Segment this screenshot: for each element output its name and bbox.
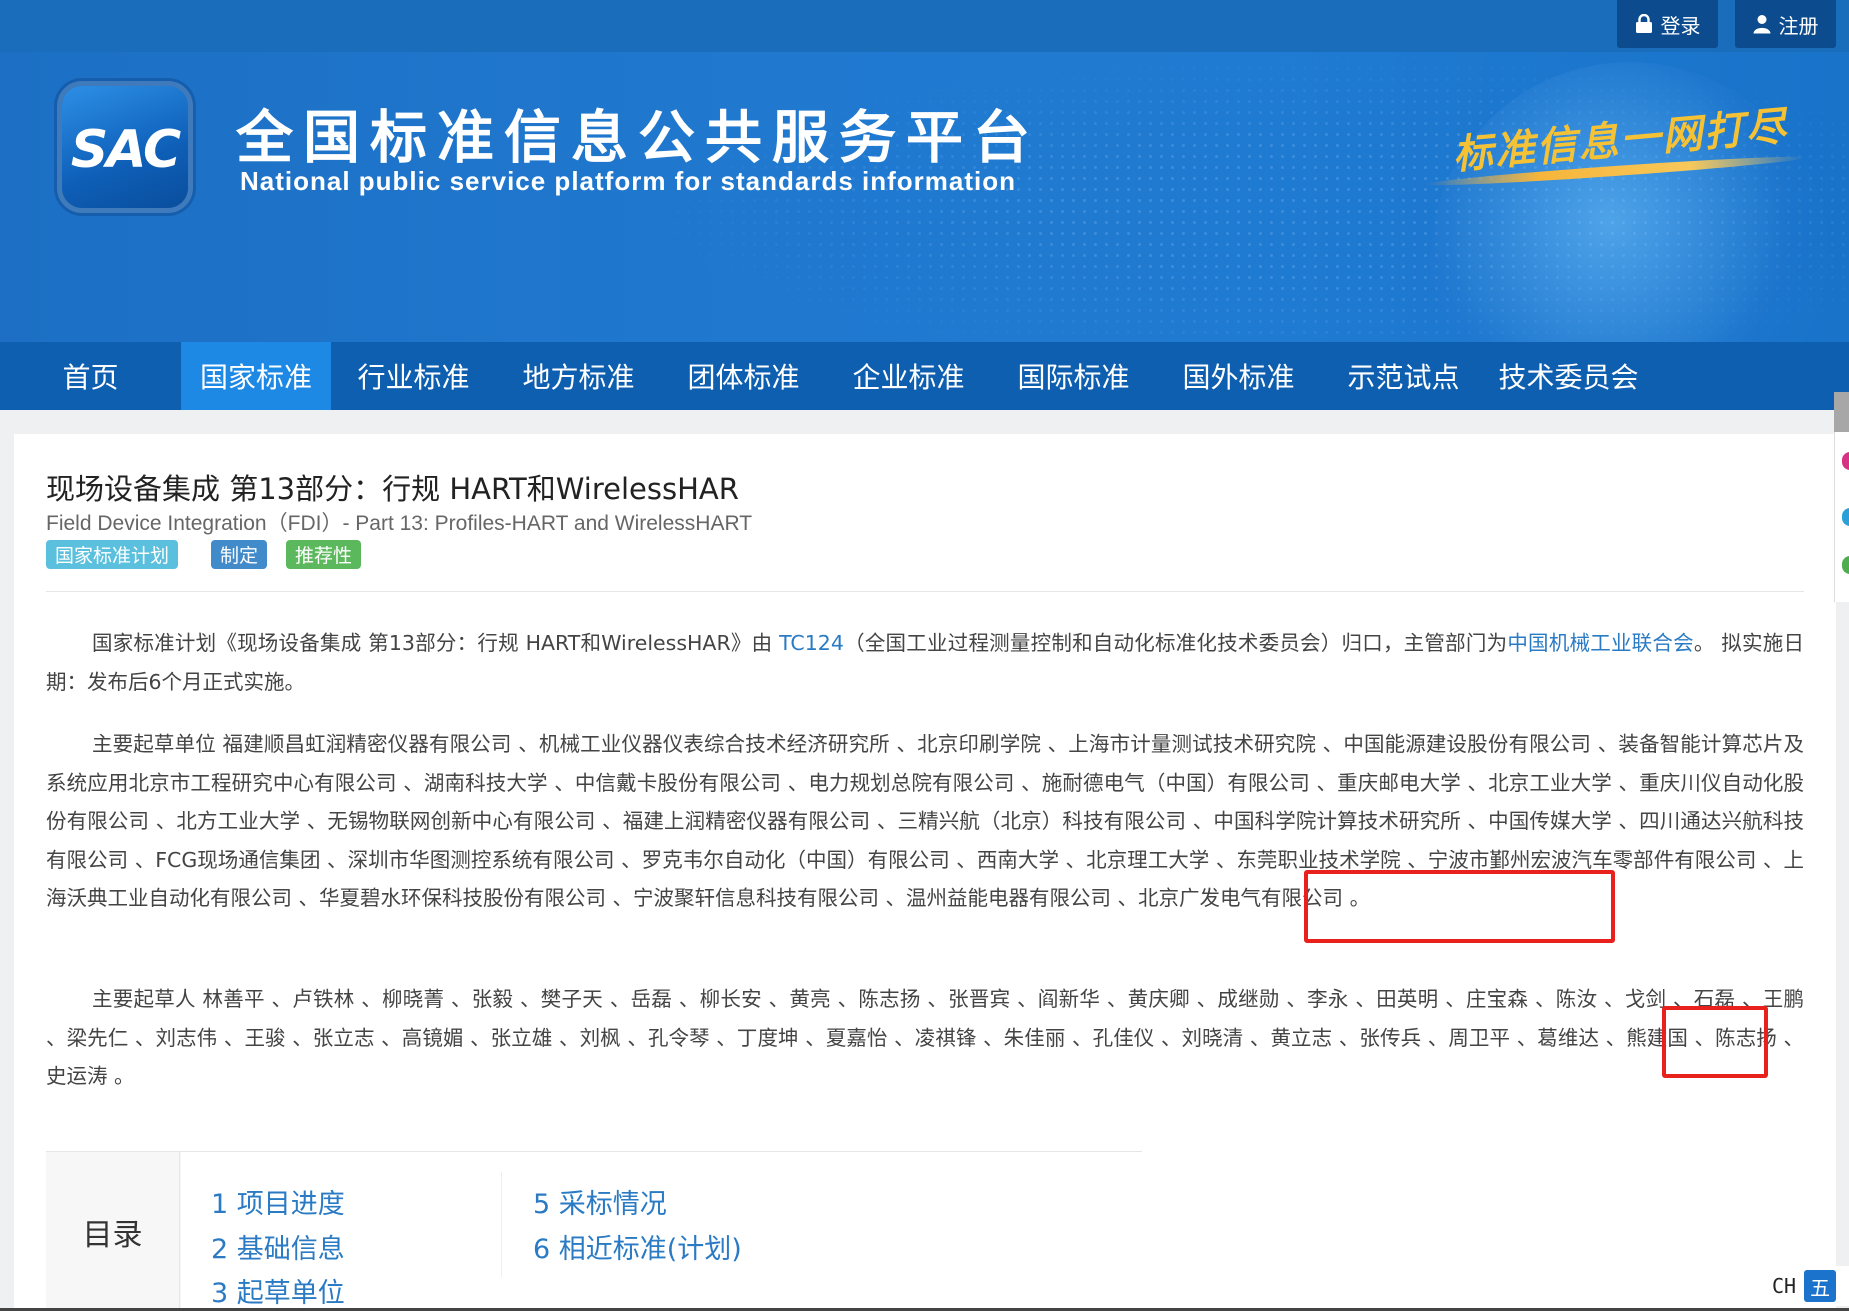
drafters-label: 主要起草人: [92, 987, 196, 1011]
page-title: 现场设备集成 第13部分：行规 HART和WirelessHAR: [46, 472, 739, 506]
user-icon: [1753, 15, 1770, 34]
main-nav: 首页 国家标准 行业标准 地方标准 团体标准 企业标准 国际标准 国外标准 示范…: [0, 342, 1849, 410]
nav-item-national-standards[interactable]: 国家标准: [181, 342, 331, 410]
toc-body: 1 项目进度 2 基础信息 3 起草单位 5 采标情况 6 相近标准(计划): [181, 1152, 1142, 1311]
drafters-list: 林善平 、卢铁林 、柳晓菁 、张毅 、樊子天 、岳磊 、柳长安 、黄亮 、陈志扬…: [46, 987, 1804, 1088]
scrollbar-thumb[interactable]: [1834, 392, 1849, 432]
nav-item-home[interactable]: 首页: [0, 342, 181, 410]
toc-item-basic-info[interactable]: 2 基础信息: [211, 1227, 345, 1266]
lock-icon: [1635, 14, 1652, 33]
intro-paragraph: 国家标准计划《现场设备集成 第13部分：行规 HART和WirelessHAR》…: [46, 624, 1804, 701]
nav-item-enterprise-standards[interactable]: 企业标准: [826, 342, 991, 410]
toc-item-drafting-units[interactable]: 3 起草单位: [211, 1271, 345, 1310]
intro-text-a: 国家标准计划《现场设备集成 第13部分：行规 HART和WirelessHAR》…: [92, 631, 780, 655]
side-weibo-icon[interactable]: [1842, 508, 1849, 526]
nav-item-international-standards[interactable]: 国际标准: [991, 342, 1156, 410]
side-share-icon[interactable]: [1842, 452, 1849, 470]
nav-item-pilot-demo[interactable]: 示范试点: [1321, 342, 1486, 410]
badge-recommended: 推荐性: [286, 540, 362, 569]
drafters-paragraph: 主要起草人 林善平 、卢铁林 、柳晓菁 、张毅 、樊子天 、岳磊 、柳长安 、黄…: [46, 980, 1804, 1096]
page-subtitle-en: Field Device Integration（FDI）- Part 13: …: [46, 512, 753, 535]
ime-mode-icon: 五: [1804, 1270, 1837, 1302]
register-button[interactable]: 注册: [1735, 0, 1836, 48]
drafting-units-label: 主要起草单位: [92, 732, 216, 756]
drafting-units-list: 福建顺昌虹润精密仪器有限公司 、机械工业仪器仪表综合技术经济研究所 、北京印刷学…: [46, 732, 1805, 910]
toc-item-progress[interactable]: 1 项目进度: [211, 1182, 345, 1221]
divider: [46, 591, 1804, 592]
nav-item-technical-committee[interactable]: 技术委员会: [1486, 342, 1651, 410]
ime-indicator[interactable]: CH 五: [1752, 1266, 1849, 1306]
side-wechat-icon[interactable]: [1842, 556, 1849, 574]
department-link[interactable]: 中国机械工业联合会: [1507, 631, 1694, 655]
top-bar: 登录 注册: [0, 0, 1849, 52]
login-label: 登录: [1660, 15, 1701, 38]
nav-item-local-standards[interactable]: 地方标准: [496, 342, 661, 410]
sac-logo-text: SAC: [70, 120, 181, 180]
drafting-units-paragraph: 主要起草单位 福建顺昌虹润精密仪器有限公司 、机械工业仪器仪表综合技术经济研究所…: [46, 725, 1804, 918]
badge-formulate: 制定: [211, 540, 268, 569]
toc-item-adoption[interactable]: 5 采标情况: [533, 1182, 667, 1221]
site-title-cn: 全国标准信息公共服务平台: [236, 105, 1040, 171]
table-of-contents: 目录 1 项目进度 2 基础信息 3 起草单位 5 采标情况 6 相近标准(计划…: [46, 1151, 1142, 1311]
nav-item-foreign-standards[interactable]: 国外标准: [1156, 342, 1321, 410]
badge-national-plan: 国家标准计划: [46, 540, 179, 569]
login-button[interactable]: 登录: [1617, 0, 1718, 48]
toc-heading: 目录: [46, 1152, 180, 1311]
nav-item-group-standards[interactable]: 团体标准: [661, 342, 826, 410]
toc-item-similar-standards[interactable]: 6 相近标准(计划): [533, 1227, 742, 1266]
register-label: 注册: [1778, 15, 1819, 38]
intro-text-b: （全国工业过程测量控制和自动化标准化技术委员会）归口，主管部门为: [843, 631, 1508, 655]
tc-link[interactable]: TC124: [779, 631, 844, 655]
site-title-en: National public service platform for sta…: [240, 166, 1017, 196]
ime-lang: CH: [1772, 1274, 1797, 1298]
nav-item-industry-standards[interactable]: 行业标准: [331, 342, 496, 410]
toc-separator: [501, 1172, 502, 1277]
